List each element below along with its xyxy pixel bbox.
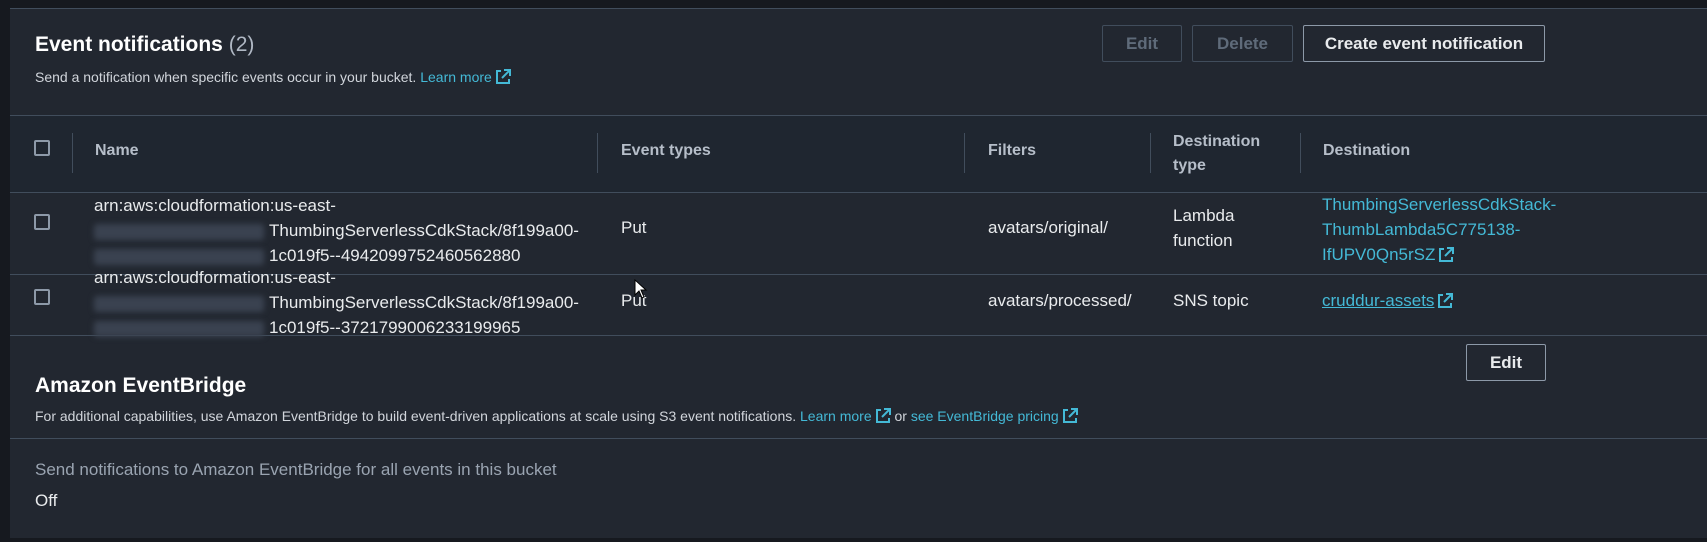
eventbridge-setting-label: Send notifications to Amazon EventBridge… (35, 460, 557, 479)
create-event-notification-button[interactable]: Create event notification (1303, 25, 1545, 62)
count-badge: (2) (228, 33, 255, 56)
external-link-icon (495, 69, 511, 84)
notification-name: arn:aws:cloudformation:us-east- Thumbing… (94, 196, 579, 265)
external-link-icon (1439, 247, 1455, 262)
external-link-icon (1062, 408, 1078, 423)
filters-value: avatars/processed/ (988, 291, 1132, 310)
destination-link[interactable]: cruddur-assets (1322, 288, 1454, 313)
learn-more-link[interactable]: Learn more (420, 69, 511, 85)
row-checkbox[interactable] (34, 214, 50, 230)
eventbridge-pricing-link[interactable]: see EventBridge pricing (911, 408, 1078, 424)
column-destination[interactable]: Destination (1323, 142, 1410, 160)
destination-type-value: SNS topic (1173, 291, 1249, 310)
external-link-icon (1438, 293, 1454, 308)
destination-link[interactable]: ThumbingServerlessCdkStack- ThumbLambda5… (1322, 192, 1562, 267)
eventbridge-edit-button[interactable]: Edit (1466, 344, 1546, 381)
eventbridge-panel: Amazon EventBridge For additional capabi… (10, 344, 1707, 538)
eventbridge-setting-value: Off (35, 491, 58, 510)
table-row: arn:aws:cloudformation:us-east- Thumbing… (10, 268, 1707, 337)
select-all-checkbox[interactable] (34, 140, 50, 156)
event-types-value: Put (621, 218, 647, 237)
column-destination-type[interactable]: Destination type (1173, 130, 1260, 178)
delete-button[interactable]: Delete (1192, 25, 1293, 62)
column-filters[interactable]: Filters (988, 142, 1036, 160)
destination-type-value: Lambda function (1173, 206, 1235, 250)
table-header: Name Event types Filters Destination typ… (10, 115, 1707, 193)
eventbridge-learn-more-link[interactable]: Learn more (800, 408, 891, 424)
row-checkbox[interactable] (34, 289, 50, 305)
filters-value: avatars/original/ (988, 218, 1109, 237)
eventbridge-description: For additional capabilities, use Amazon … (35, 408, 1078, 424)
eventbridge-title: Amazon EventBridge (35, 374, 247, 397)
external-link-icon (875, 408, 891, 423)
column-event-types[interactable]: Event types (621, 142, 711, 160)
mouse-cursor-icon (634, 279, 648, 299)
edit-button[interactable]: Edit (1102, 25, 1182, 62)
column-name[interactable]: Name (95, 142, 139, 160)
event-notifications-panel: Event notifications (2) Send a notificat… (10, 8, 1707, 358)
table-row: arn:aws:cloudformation:us-east- Thumbing… (10, 193, 1707, 275)
section-title: Event notifications (2) (35, 33, 255, 56)
divider (10, 438, 1707, 439)
section-description: Send a notification when specific events… (35, 69, 511, 85)
notification-name: arn:aws:cloudformation:us-east- Thumbing… (94, 268, 579, 337)
